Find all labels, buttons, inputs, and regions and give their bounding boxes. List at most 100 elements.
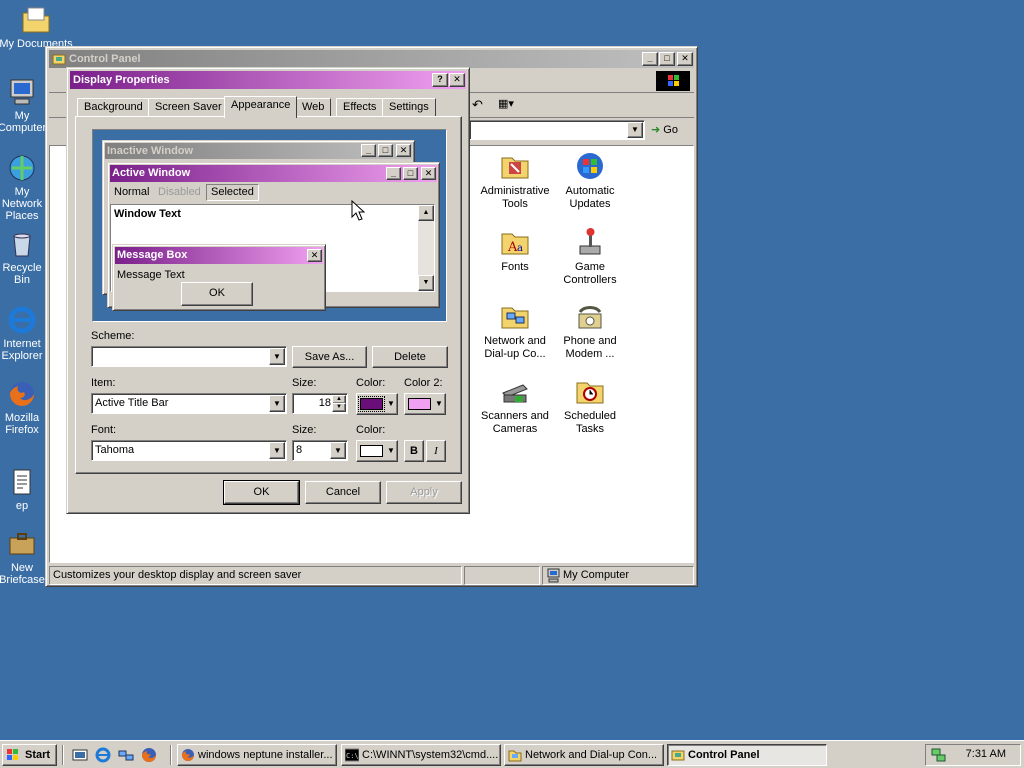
preview-active-title: Active Window	[112, 167, 191, 179]
preview-menu-selected: Selected	[206, 184, 259, 201]
item-size-spinner[interactable]: ▲ ▼	[332, 395, 346, 412]
task-firefox[interactable]: windows neptune installer...	[177, 744, 337, 766]
task-control-panel[interactable]: Control Panel	[667, 744, 827, 766]
cp-item-label: Scheduled Tasks	[564, 410, 616, 435]
task-network-dialup[interactable]: Network and Dial-up Con...	[504, 744, 664, 766]
preview-inactive-title: Inactive Window	[107, 145, 194, 157]
maximize-icon: □	[403, 167, 418, 180]
preview-window-text: Window Text	[114, 208, 181, 220]
close-button[interactable]: ✕	[449, 73, 465, 87]
desktop-icon-network[interactable]: My Network Places	[0, 152, 48, 222]
start-button[interactable]: Start	[2, 744, 57, 766]
minimize-icon: _	[386, 167, 401, 180]
cp-item-label: Network and Dial-up Co...	[484, 335, 546, 360]
cp-item-network-dialup[interactable]: Network and Dial-up Co...	[475, 300, 555, 361]
item-select[interactable]: Active Title Bar	[91, 393, 287, 414]
desktop-icon-briefcase[interactable]: New Briefcase	[0, 528, 48, 586]
dropdown-arrow-icon: ▼	[435, 399, 443, 408]
cp-item-administrative-tools[interactable]: Administrative Tools	[475, 150, 555, 211]
font-color-button[interactable]: ▼	[356, 440, 398, 462]
spin-down-icon[interactable]: ▼	[332, 403, 346, 412]
font-size-dropdown-arrow[interactable]: ▼	[330, 442, 346, 459]
item-color2-label: Color 2:	[404, 377, 443, 389]
preview-menu-bar: Normal Disabled Selected	[110, 184, 430, 201]
font-size-label: Size:	[292, 424, 317, 436]
address-dropdown-arrow[interactable]: ▼	[627, 122, 643, 138]
desktop-icon-label: New Briefcase	[0, 562, 45, 586]
address-input[interactable]	[469, 120, 645, 140]
preview-msgbox-title: Message Box	[117, 249, 188, 261]
cp-item-scanners-cameras[interactable]: Scanners and Cameras	[475, 375, 555, 436]
ie-icon[interactable]	[95, 747, 111, 763]
cp-item-game-controllers[interactable]: Game Controllers	[550, 226, 630, 287]
fonts-folder-icon: Aa	[501, 233, 529, 255]
desktop-icon-label: ep	[15, 500, 29, 512]
control-panel-titlebar[interactable]: Control Panel _ □ ✕	[49, 50, 694, 68]
cp-item-automatic-updates[interactable]: Automatic Updates	[550, 150, 630, 211]
scheme-dropdown-arrow[interactable]: ▼	[269, 348, 285, 365]
dropdown-arrow-icon: ▼	[387, 399, 395, 408]
cp-item-scheduled-tasks[interactable]: Scheduled Tasks	[550, 375, 630, 436]
bold-button[interactable]: B	[404, 440, 424, 462]
ok-button[interactable]: OK	[223, 480, 300, 505]
views-icon[interactable]: ▦▾	[498, 97, 514, 110]
clock[interactable]: 7:31 AM	[966, 748, 1006, 760]
firefox-icon[interactable]	[141, 747, 157, 763]
desktop-icon-my-documents[interactable]: My Documents	[0, 4, 76, 50]
item-color-button[interactable]: ▼	[356, 393, 398, 415]
network-icon[interactable]	[118, 747, 134, 763]
appearance-preview[interactable]: Inactive Window _ □ ✕ Active Window _ □ …	[92, 129, 447, 322]
italic-button[interactable]: I	[426, 440, 446, 462]
font-select[interactable]: Tahoma	[91, 440, 287, 461]
cp-item-phone-modem[interactable]: Phone and Modem ...	[550, 300, 630, 361]
tab-appearance[interactable]: Appearance	[224, 96, 298, 118]
show-desktop-icon[interactable]	[72, 747, 88, 763]
cancel-button[interactable]: Cancel	[305, 481, 381, 504]
tab-screen-saver[interactable]: Screen Saver	[148, 98, 229, 117]
cp-item-label: Scanners and Cameras	[481, 410, 549, 435]
item-color-swatch	[358, 396, 385, 412]
item-color2-button[interactable]: ▼	[404, 393, 446, 415]
desktop-icon-label: My Computer	[0, 110, 47, 134]
maximize-button[interactable]: □	[659, 52, 675, 66]
close-button[interactable]: ✕	[677, 52, 693, 66]
scroll-up-icon: ▲	[418, 205, 434, 221]
close-icon: ✕	[307, 249, 322, 262]
scheme-select[interactable]	[91, 346, 287, 367]
preview-message-box[interactable]: Message Box ✕ Message Text OK	[112, 244, 326, 311]
tab-web[interactable]: Web	[295, 98, 332, 117]
font-dropdown-arrow[interactable]: ▼	[269, 442, 285, 459]
desktop-icon-my-computer[interactable]: My Computer	[0, 76, 48, 134]
apply-button[interactable]: Apply	[386, 481, 462, 504]
cp-item-label: Game Controllers	[563, 261, 617, 286]
minimize-button[interactable]: _	[642, 52, 658, 66]
desktop-icon-recycle-bin[interactable]: Recycle Bin	[0, 228, 48, 286]
save-as-button[interactable]: Save As...	[292, 346, 367, 368]
tab-effects[interactable]: Effects	[336, 98, 384, 117]
display-properties-dialog[interactable]: Display Properties ? ✕ Background Screen…	[66, 67, 470, 514]
delete-button[interactable]: Delete	[372, 346, 448, 368]
tab-background[interactable]: Background	[77, 98, 150, 117]
help-button[interactable]: ?	[432, 73, 448, 87]
cp-item-label: Fonts	[501, 261, 529, 273]
taskbar: Start windows neptune installer... C:\ C…	[0, 740, 1024, 768]
item-label: Item:	[91, 377, 116, 389]
desktop-icon-text-file[interactable]: ep	[0, 466, 48, 512]
preview-menu-normal: Normal	[114, 186, 150, 198]
task-cmd[interactable]: C:\ C:\WINNT\system32\cmd....	[341, 744, 501, 766]
go-button[interactable]: ➜ Go	[651, 121, 678, 141]
taskbar-separator	[62, 745, 64, 765]
control-panel-icon	[671, 750, 685, 761]
desktop-icon-label: Mozilla Firefox	[4, 412, 40, 436]
network-connection-icon[interactable]	[931, 747, 947, 763]
history-icon[interactable]: ↶	[472, 97, 483, 113]
status-bar: Customizes your desktop display and scre…	[49, 566, 694, 585]
item-dropdown-arrow[interactable]: ▼	[269, 395, 285, 412]
scheme-label: Scheme:	[91, 330, 135, 342]
my-computer-icon	[547, 568, 560, 583]
desktop-icon-internet-explorer[interactable]: Internet Explorer	[0, 304, 48, 362]
desktop-icon-firefox[interactable]: Mozilla Firefox	[0, 378, 48, 436]
cp-item-fonts[interactable]: Aa Fonts	[475, 226, 555, 274]
display-properties-titlebar[interactable]: Display Properties ? ✕	[70, 71, 466, 89]
tab-settings[interactable]: Settings	[382, 98, 436, 117]
